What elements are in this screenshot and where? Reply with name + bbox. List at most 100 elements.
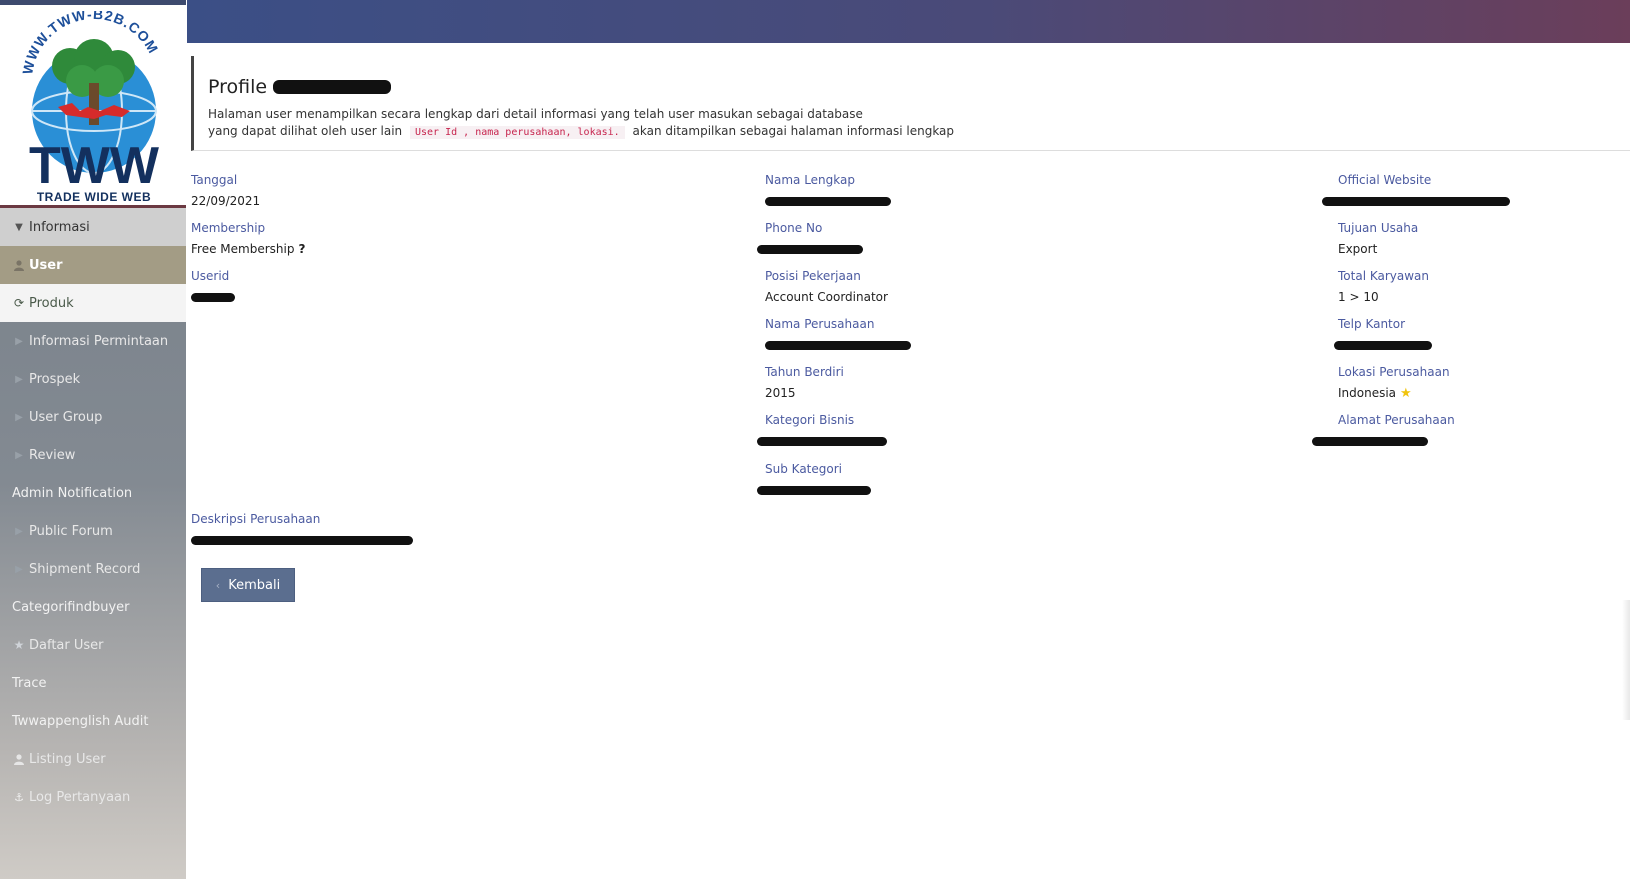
- field-total-karyawan: Total Karyawan 1 > 10: [1338, 269, 1429, 304]
- sidebar-item-log-pertanyaan[interactable]: ⚓ Log Pertanyaan: [0, 778, 186, 816]
- redacted-value: [191, 535, 413, 545]
- sidebar-item-user-group[interactable]: ▶ User Group: [0, 398, 186, 436]
- field-label: Tanggal: [191, 173, 238, 187]
- chevron-left-icon: ‹: [215, 578, 221, 592]
- sidebar-item-label: Informasi: [29, 219, 90, 235]
- field-label: Lokasi Perusahaan: [1338, 365, 1450, 379]
- caret-right-icon: ▶: [15, 335, 23, 347]
- sidebar-item-label: Admin Notification: [12, 485, 133, 501]
- field-label: Telp Kantor: [1338, 317, 1406, 331]
- sidebar-item-admin-notification[interactable]: Admin Notification: [0, 474, 186, 512]
- sidebar-item-trace[interactable]: Trace: [0, 664, 186, 702]
- field-telp-kantor: Telp Kantor: [1334, 317, 1432, 352]
- field-value: [757, 242, 863, 256]
- field-value: [765, 194, 891, 208]
- redacted-value: [757, 436, 887, 446]
- user-icon: [12, 259, 26, 271]
- field-label: Phone No: [765, 221, 823, 235]
- field-value: 22/09/2021: [191, 194, 261, 208]
- field-nama-lengkap: Nama Lengkap: [765, 173, 891, 208]
- field-value: 1 > 10: [1338, 290, 1379, 304]
- field-kategori-bisnis: Kategori Bisnis: [757, 413, 887, 448]
- sidebar-nav: ▼ Informasi User ⟳ Produk ▶ Informasi Pe…: [0, 208, 186, 816]
- redacted-value: [191, 292, 235, 302]
- description-post: akan ditampilkan sebagai halaman informa…: [632, 124, 955, 138]
- refresh-icon: ⟳: [13, 296, 25, 310]
- field-value: [1312, 434, 1455, 448]
- star-icon: ★: [1400, 385, 1412, 401]
- sidebar-item-label: User Group: [29, 409, 103, 425]
- field-label: Official Website: [1338, 173, 1432, 187]
- sidebar-item-categorifindbuyer[interactable]: Categorifindbuyer: [0, 588, 186, 626]
- sidebar-item-listing-user[interactable]: Listing User: [0, 740, 186, 778]
- sidebar-item-twwappenglish-audit[interactable]: Twwappenglish Audit: [0, 702, 186, 740]
- redacted-value: [757, 485, 871, 495]
- caret-right-icon: ▶: [15, 373, 23, 385]
- sidebar: WWW.TWW-B2B.COM TWW TRADE WIDE WEB ▼ Inf…: [0, 0, 186, 879]
- field-value: Export: [1338, 242, 1378, 256]
- redacted-value: [757, 244, 863, 254]
- tww-logo-icon: WWW.TWW-B2B.COM TWW TRADE WIDE WEB: [19, 11, 161, 204]
- field-value: Free Membership ?: [191, 242, 305, 256]
- caret-right-icon: ▶: [15, 449, 23, 461]
- page-header: Profile Halaman user menampilkan secara …: [191, 56, 1630, 151]
- field-tanggal: Tanggal 22/09/2021: [191, 173, 260, 208]
- redacted-value: [1334, 340, 1432, 350]
- field-label: Nama Lengkap: [765, 173, 855, 187]
- lokasi-value: Indonesia: [1338, 386, 1397, 400]
- field-value: [191, 533, 413, 547]
- field-tahun-berdiri: Tahun Berdiri 2015: [765, 365, 844, 400]
- logo[interactable]: WWW.TWW-B2B.COM TWW TRADE WIDE WEB: [0, 0, 186, 208]
- sidebar-item-label: Trace: [12, 675, 47, 691]
- sidebar-item-label: Informasi Permintaan: [29, 333, 169, 349]
- svg-text:TRADE WIDE WEB: TRADE WIDE WEB: [37, 190, 151, 204]
- field-value: [757, 434, 887, 448]
- field-label: Total Karyawan: [1338, 269, 1430, 283]
- svg-text:TWW: TWW: [29, 137, 160, 195]
- field-posisi-pekerjaan: Posisi Pekerjaan Account Coordinator: [765, 269, 888, 304]
- sidebar-item-label: Produk: [29, 295, 74, 311]
- sidebar-item-label: User: [29, 257, 63, 273]
- sidebar-item-produk[interactable]: ⟳ Produk: [0, 284, 186, 322]
- field-value: [765, 338, 911, 352]
- field-label: Kategori Bisnis: [765, 413, 855, 427]
- sidebar-item-label: Categorifindbuyer: [12, 599, 130, 615]
- sidebar-item-informasi[interactable]: ▼ Informasi: [0, 208, 186, 246]
- sidebar-item-informasi-permintaan[interactable]: ▶ Informasi Permintaan: [0, 322, 186, 360]
- field-sub-kategori: Sub Kategori: [757, 462, 871, 497]
- user-icon: [12, 753, 26, 765]
- field-alamat-perusahaan: Alamat Perusahaan: [1312, 413, 1455, 448]
- sidebar-item-label: Public Forum: [29, 523, 113, 539]
- field-label: Tujuan Usaha: [1338, 221, 1419, 235]
- sidebar-item-user[interactable]: User: [0, 246, 186, 284]
- field-value: Indonesia ★: [1338, 385, 1450, 401]
- membership-value: Free Membership: [191, 242, 295, 256]
- field-label: Nama Perusahaan: [765, 317, 875, 331]
- redacted-value: [1312, 436, 1428, 446]
- field-nama-perusahaan: Nama Perusahaan: [765, 317, 911, 352]
- sidebar-item-shipment-record[interactable]: ▶ Shipment Record: [0, 550, 186, 588]
- redacted-value: [765, 196, 891, 206]
- help-icon[interactable]: ?: [298, 242, 305, 256]
- page-title: Profile: [208, 76, 268, 98]
- redacted-value: [765, 340, 911, 350]
- field-lokasi-perusahaan: Lokasi Perusahaan Indonesia ★: [1338, 365, 1450, 401]
- caret-right-icon: ▶: [15, 525, 23, 537]
- page-description: Halaman user menampilkan secara lengkap …: [208, 106, 1630, 141]
- sidebar-item-public-forum[interactable]: ▶ Public Forum: [0, 512, 186, 550]
- sidebar-item-label: Prospek: [29, 371, 81, 387]
- sidebar-item-review[interactable]: ▶ Review: [0, 436, 186, 474]
- sidebar-item-label: Log Pertanyaan: [29, 789, 131, 805]
- sidebar-item-label: Listing User: [29, 751, 106, 767]
- sidebar-item-daftar-user[interactable]: ★ Daftar User: [0, 626, 186, 664]
- field-value: [191, 290, 235, 304]
- field-deskripsi-perusahaan: Deskripsi Perusahaan: [191, 512, 413, 547]
- sidebar-item-label: Twwappenglish Audit: [12, 713, 149, 729]
- description-pre: yang dapat dilihat oleh user lain: [208, 124, 403, 138]
- sidebar-item-prospek[interactable]: ▶ Prospek: [0, 360, 186, 398]
- star-icon: ★: [13, 638, 25, 652]
- field-label: Membership: [191, 221, 266, 235]
- field-value: [1322, 194, 1510, 208]
- field-tujuan-usaha: Tujuan Usaha Export: [1338, 221, 1418, 256]
- back-button[interactable]: ‹ Kembali: [201, 568, 295, 602]
